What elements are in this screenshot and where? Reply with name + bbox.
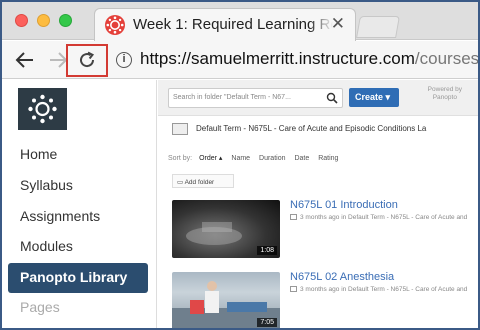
search-placeholder: Search in folder "Default Term - N67... [173, 94, 291, 101]
sort-option-rating[interactable]: Rating [318, 155, 338, 162]
sort-option-duration[interactable]: Duration [259, 155, 285, 162]
maximize-window-button[interactable] [59, 14, 72, 27]
powered-line2: Panopto [432, 94, 457, 101]
back-button[interactable] [12, 47, 38, 73]
search-icon[interactable] [326, 92, 338, 104]
browser-tab[interactable]: Week 1: Required Learning Res ✕ [94, 8, 356, 41]
panopto-topbar: Search in folder "Default Term - N67... … [158, 80, 478, 116]
browser-toolbar: i https://samuelmerritt.instructure.com/… [2, 41, 478, 79]
screenshot-frame: Week 1: Required Learning Res ✕ i https:… [0, 0, 480, 330]
course-sidebar: Home Syllabus Assignments Modules Panopt… [2, 80, 157, 328]
canvas-logo-icon [28, 94, 57, 124]
new-tab-button[interactable] [356, 16, 400, 38]
sidebar-item-pages[interactable]: Pages [20, 299, 60, 315]
sort-option-date[interactable]: Date [294, 155, 309, 162]
video-title[interactable]: N675L 01 Introduction [290, 199, 398, 211]
folder-icon [290, 214, 297, 220]
sidebar-item-assignments[interactable]: Assignments [20, 208, 100, 224]
tab-close-icon[interactable]: ✕ [331, 14, 345, 34]
sidebar-item-home[interactable]: Home [20, 146, 57, 162]
close-window-button[interactable] [15, 14, 28, 27]
browser-titlebar: Week 1: Required Learning Res ✕ [2, 2, 478, 41]
video-meta-text: 3 months ago in Default Term - N675L - C… [300, 214, 468, 221]
reload-icon [80, 51, 95, 68]
video-meta-text: 3 months ago in Default Term - N675L - C… [300, 286, 468, 293]
create-button[interactable]: Create ▾ [349, 88, 399, 107]
sort-option-order[interactable]: Order ▴ [199, 155, 222, 162]
video-meta: 3 months ago in Default Term - N675L - C… [290, 214, 467, 221]
reload-button[interactable] [74, 47, 100, 73]
arrow-right-icon [50, 52, 68, 68]
powered-line1: Powered by [427, 86, 462, 93]
canvas-logo[interactable] [18, 88, 67, 130]
canvas-logo-icon [105, 15, 125, 35]
folder-row[interactable]: Default Term - N675L - Care of Acute and… [158, 122, 478, 142]
tab-title: Week 1: Required Learning Res [133, 16, 333, 33]
sidebar-item-syllabus[interactable]: Syllabus [20, 177, 73, 193]
sort-bar: Sort by: Order ▴ Name Duration Date Rati… [168, 154, 345, 162]
arrow-left-icon [15, 52, 33, 68]
video-title[interactable]: N675L 02 Anesthesia [290, 271, 394, 283]
folder-plus-icon: ▭ [177, 179, 185, 186]
folder-icon [290, 286, 297, 292]
sidebar-item-modules[interactable]: Modules [20, 238, 73, 254]
address-bar[interactable]: https://samuelmerritt.instructure.com/co… [140, 49, 480, 69]
sort-option-name[interactable]: Name [231, 155, 250, 162]
video-duration: 1:08 [257, 246, 277, 255]
panopto-panel: Search in folder "Default Term - N67... … [158, 80, 478, 328]
search-input[interactable]: Search in folder "Default Term - N67... [168, 88, 343, 108]
minimize-window-button[interactable] [37, 14, 50, 27]
video-duration: 7:05 [257, 318, 277, 327]
folder-name: Default Term - N675L - Care of Acute and… [196, 124, 427, 133]
url-host: https://samuelmerritt.instructure.com [140, 49, 415, 68]
sort-label: Sort by: [168, 155, 193, 162]
video-thumbnail[interactable]: 1:08 [172, 200, 280, 258]
folder-icon [172, 123, 188, 135]
add-folder-button[interactable]: ▭ Add folder [172, 174, 234, 188]
sidebar-item-panopto-library[interactable]: Panopto Library [8, 263, 148, 293]
add-folder-label: Add folder [184, 179, 215, 186]
site-info-icon[interactable]: i [116, 52, 132, 68]
url-path: /courses/ [414, 49, 480, 68]
video-meta: 3 months ago in Default Term - N675L - C… [290, 286, 467, 293]
powered-by-panopto: Powered by Panopto [428, 86, 462, 102]
video-thumbnail[interactable]: 7:05 [172, 272, 280, 328]
